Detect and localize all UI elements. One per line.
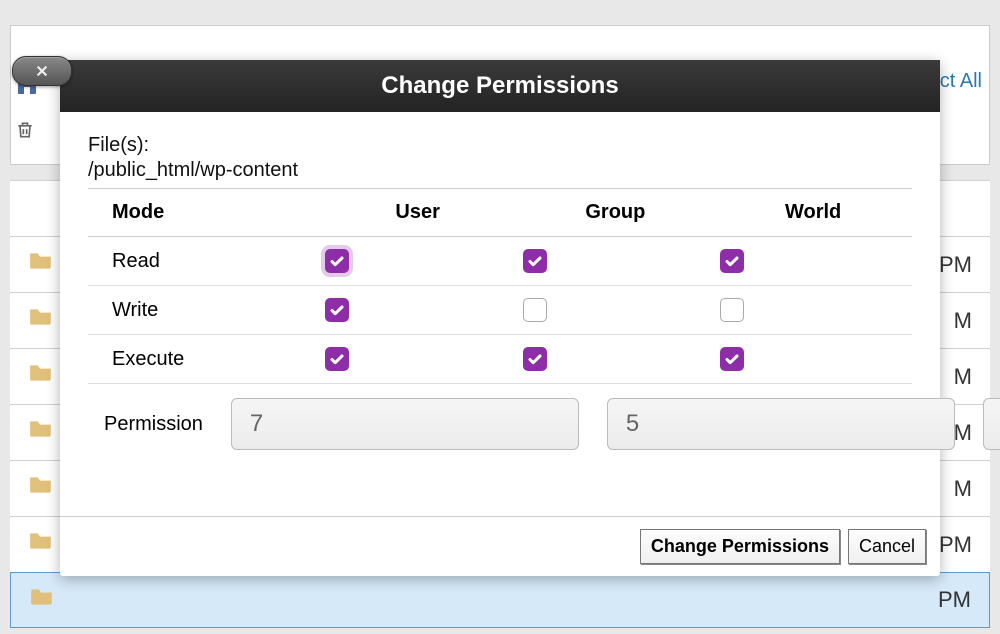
checkbox-write-group[interactable] xyxy=(523,298,547,322)
folder-icon xyxy=(28,304,54,337)
files-label: File(s): xyxy=(88,134,912,157)
dialog-titlebar[interactable]: Change Permissions xyxy=(60,60,940,112)
label-execute: Execute xyxy=(88,335,319,384)
dialog-footer: Change Permissions Cancel xyxy=(60,516,940,576)
header-user: User xyxy=(319,189,517,237)
checkbox-execute-user[interactable] xyxy=(325,347,349,371)
change-permissions-button[interactable]: Change Permissions xyxy=(640,529,840,564)
row-read: Read xyxy=(88,237,912,286)
header-mode: Mode xyxy=(88,189,319,237)
row-execute: Execute xyxy=(88,335,912,384)
header-world: World xyxy=(714,189,912,237)
label-read: Read xyxy=(88,237,319,286)
permission-label: Permission xyxy=(94,413,203,436)
files-path: /public_html/wp-content xyxy=(88,159,912,182)
permission-numeric-row: Permission xyxy=(88,383,912,456)
row-time: PM xyxy=(939,252,972,278)
permission-group-input[interactable] xyxy=(607,398,955,450)
permission-world-input[interactable] xyxy=(983,398,1000,450)
checkbox-read-world[interactable] xyxy=(720,249,744,273)
row-write: Write xyxy=(88,286,912,335)
checkbox-write-world[interactable] xyxy=(720,298,744,322)
folder-icon xyxy=(28,528,54,561)
checkbox-write-user[interactable] xyxy=(325,298,349,322)
trash-icon[interactable] xyxy=(15,120,35,146)
list-item-selected[interactable]: PM xyxy=(10,572,990,628)
checkbox-execute-world[interactable] xyxy=(720,347,744,371)
permissions-table: Mode User Group World Read Write xyxy=(88,188,912,383)
checkbox-read-group[interactable] xyxy=(523,249,547,273)
checkbox-read-user[interactable] xyxy=(325,249,349,273)
header-group: Group xyxy=(517,189,715,237)
checkbox-execute-group[interactable] xyxy=(523,347,547,371)
row-time: M xyxy=(954,364,972,390)
row-time: PM xyxy=(938,587,971,613)
row-time: M xyxy=(954,308,972,334)
cancel-button[interactable]: Cancel xyxy=(848,529,926,564)
folder-icon xyxy=(28,248,54,281)
label-write: Write xyxy=(88,286,319,335)
dialog-body: File(s): /public_html/wp-content Mode Us… xyxy=(60,112,940,466)
folder-icon xyxy=(28,360,54,393)
close-button[interactable] xyxy=(12,56,72,86)
folder-icon xyxy=(28,416,54,449)
row-time: PM xyxy=(939,532,972,558)
permission-user-input[interactable] xyxy=(231,398,579,450)
folder-icon xyxy=(29,584,55,617)
dialog-title: Change Permissions xyxy=(381,72,618,100)
folder-icon xyxy=(28,472,54,505)
row-time: M xyxy=(954,476,972,502)
change-permissions-dialog: Change Permissions File(s): /public_html… xyxy=(60,60,940,576)
